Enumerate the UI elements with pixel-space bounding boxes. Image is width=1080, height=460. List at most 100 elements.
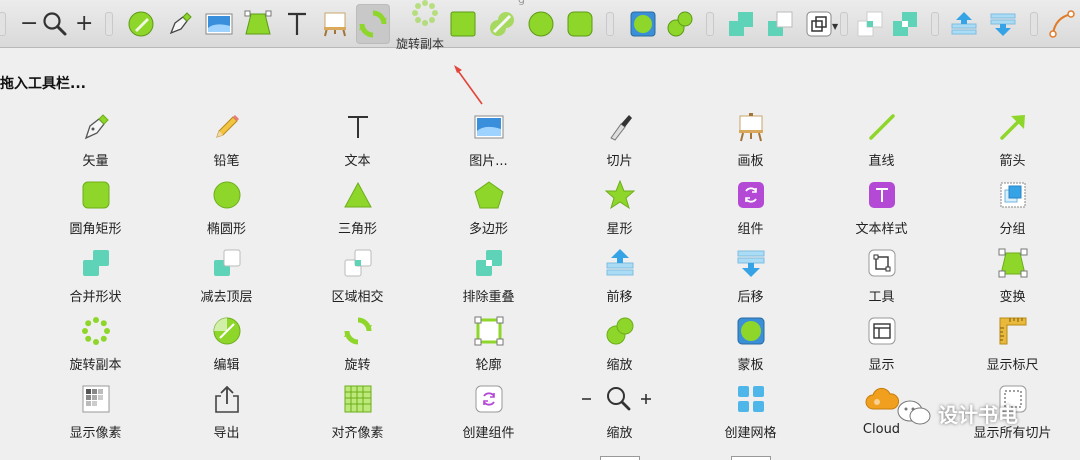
toolbar-item-create-symbol[interactable]: 创建组件: [423, 382, 554, 448]
toolbar-item-label: 显示: [868, 358, 895, 373]
toolbar-rectangle-button[interactable]: [446, 7, 480, 41]
toolbar-difference-button[interactable]: [888, 7, 922, 41]
toolbar-item-transform[interactable]: 变换: [947, 246, 1078, 312]
symbol-icon: [734, 178, 768, 212]
make-grid-icon: [734, 382, 768, 416]
toolbar-item-text-style[interactable]: 文本样式: [816, 178, 947, 244]
toolbar-item-vector-pen[interactable]: 矢量: [30, 110, 161, 176]
toolbar-item-mask[interactable]: 蒙板: [685, 314, 816, 380]
toolbar-rotate-copies-button[interactable]: [408, 0, 442, 30]
toolbar-item-label: 后移: [737, 290, 764, 305]
toolbar-transform-button[interactable]: [241, 7, 275, 41]
toolbar-item-artboard-easel[interactable]: 画板: [685, 110, 816, 176]
toolbar-item-symbol[interactable]: 组件: [685, 178, 816, 244]
toolbar-text-button[interactable]: [280, 7, 314, 41]
view-icon: [865, 314, 899, 348]
toolbar-item-outline[interactable]: 轮廓: [423, 314, 554, 380]
toolbar-item-union[interactable]: 合并形状: [30, 246, 161, 312]
toolbar-item-tools[interactable]: 工具: [816, 246, 947, 312]
toolbar-vector-button[interactable]: [163, 7, 197, 41]
toolbar-item-text[interactable]: 文本: [292, 110, 423, 176]
toolbar-artboard-button[interactable]: [318, 7, 352, 41]
zoom-magnifier-icon[interactable]: [38, 7, 72, 41]
toolbar-item-arrow[interactable]: 箭头: [947, 110, 1078, 176]
toolbar-edit-button[interactable]: [124, 7, 158, 41]
toolbar-item-label: 前移: [606, 290, 633, 305]
zoom-out-button[interactable]: −: [20, 10, 38, 38]
toolbar-item-label: 文本样式: [855, 222, 908, 237]
toolbar-item-label: 多边形: [468, 222, 508, 237]
toolbar-item-polygon[interactable]: 多边形: [423, 178, 554, 244]
toolbar-item-slice-knife[interactable]: 切片: [554, 110, 685, 176]
toolbar-boolean-menu-button[interactable]: [802, 7, 836, 41]
toolbar-rounded-rect-button[interactable]: [563, 7, 597, 41]
toolbar-item-edit[interactable]: 编辑: [161, 314, 292, 380]
toolbar-mask-button[interactable]: [626, 7, 660, 41]
toolbar-item-label: 对齐像素: [331, 426, 384, 441]
toolbar-path-button[interactable]: [1046, 7, 1080, 41]
toolbar-item-view[interactable]: 显示: [816, 314, 947, 380]
toolbar: − + 旋转副本 g: [0, 0, 1080, 51]
toolbar-union-button[interactable]: [485, 7, 519, 41]
toolbar-item-pixel-grid[interactable]: 对齐像素: [292, 382, 423, 448]
zoom-in-button[interactable]: +: [75, 10, 93, 38]
toolbar-item-oval[interactable]: 椭圆形: [161, 178, 292, 244]
toolbar-item-rounded-rectangle[interactable]: 圆角矩形: [30, 178, 161, 244]
toolbar-item-label: 旋转: [344, 358, 371, 373]
toolbar-item-label: 文本: [344, 154, 371, 169]
chevron-down-icon[interactable]: ▼: [832, 22, 838, 31]
toolbar-item-line[interactable]: 直线: [816, 110, 947, 176]
toolbar-item-label: 直线: [868, 154, 895, 169]
toolbar-item-label: 分组: [999, 222, 1026, 237]
toolbar-union-shapes-button[interactable]: [724, 7, 758, 41]
cloud-icon: [865, 382, 899, 416]
toolbar-item-triangle[interactable]: 三角形: [292, 178, 423, 244]
tools-icon: [865, 246, 899, 280]
toolbar-item-label: 编辑: [213, 358, 240, 373]
line-icon: [865, 110, 899, 144]
toolbar-item-scale[interactable]: 缩放: [554, 314, 685, 380]
toolbar-separator: [931, 12, 939, 36]
outline-icon: [472, 314, 506, 348]
oval-icon: [210, 178, 244, 212]
annotation-arrow-icon: [454, 65, 483, 105]
toolbar-item-ruler[interactable]: 显示标尺: [947, 314, 1078, 380]
toolbar-item-bring-forward[interactable]: 前移: [554, 246, 685, 312]
watermark-text: 设计书电: [938, 402, 1018, 427]
toolbar-item-pixel[interactable]: 显示像素: [30, 382, 161, 448]
toolbar-separator: [1030, 12, 1038, 36]
toolbar-item-send-backward[interactable]: 后移: [685, 246, 816, 312]
rounded-rectangle-icon: [79, 178, 113, 212]
toolbar-item-label: 缩放: [606, 426, 633, 441]
toolbar-intersect-button[interactable]: [853, 7, 887, 41]
toolbar-item-label: 显示像素: [69, 426, 122, 441]
toolbar-oval-button[interactable]: [524, 7, 558, 41]
intersect-icon: [341, 246, 375, 280]
zoom-icon: [580, 382, 660, 416]
toolbar-item-label: 减去顶层: [200, 290, 253, 305]
toolbar-subtract-button[interactable]: [763, 7, 797, 41]
toolbar-item-rotate-copies[interactable]: 旋转副本: [30, 314, 161, 380]
toolbar-item-make-grid[interactable]: 创建网格: [685, 382, 816, 448]
toolbar-item-label: 合并形状: [69, 290, 122, 305]
toolbar-item-image[interactable]: 图片...: [423, 110, 554, 176]
toolbar-item-zoom[interactable]: 缩放: [554, 382, 685, 448]
toolbar-rotate-button[interactable]: [356, 4, 390, 44]
toolbar-item-rotate[interactable]: 旋转: [292, 314, 423, 380]
polygon-icon: [472, 178, 506, 212]
pencil-icon: [210, 110, 244, 144]
toolbar-item-group[interactable]: 分组: [947, 178, 1078, 244]
text-style-icon: [865, 178, 899, 212]
toolbar-item-star[interactable]: 星形: [554, 178, 685, 244]
toolbar-item-subtract[interactable]: 减去顶层: [161, 246, 292, 312]
toolbar-item-intersect[interactable]: 区域相交: [292, 246, 423, 312]
toolbar-scale-button[interactable]: [663, 7, 697, 41]
toolbar-send-backward-button[interactable]: [986, 7, 1020, 41]
create-symbol-icon: [472, 382, 506, 416]
toolbar-item-difference[interactable]: 排除重叠: [423, 246, 554, 312]
toolbar-item-export[interactable]: 导出: [161, 382, 292, 448]
toolbar-bring-forward-button[interactable]: [947, 7, 981, 41]
toolbar-item-pencil[interactable]: 铅笔: [161, 110, 292, 176]
toolbar-image-button[interactable]: [202, 7, 236, 41]
send-backward-icon: [734, 246, 768, 280]
